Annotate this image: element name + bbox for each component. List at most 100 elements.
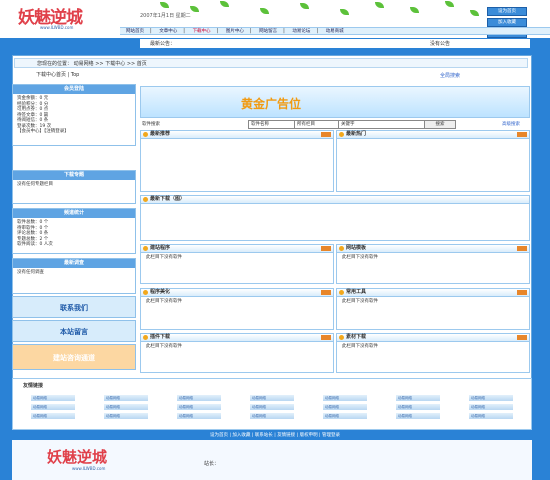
friend-link[interactable]: 动易网络 [469, 404, 513, 410]
more-button[interactable] [517, 335, 527, 340]
ribbon-icon [339, 132, 344, 137]
column-select[interactable]: 所有栏目 [294, 120, 342, 129]
footer-link-copyright[interactable]: 版权申明 [300, 433, 318, 438]
friend-link[interactable]: 动易网络 [104, 413, 148, 419]
ribbon-icon [339, 335, 344, 340]
friend-link[interactable]: 动易网络 [104, 404, 148, 410]
breadcrumb-separator: >> [126, 61, 136, 67]
member-title: 会员登陆 [13, 85, 135, 94]
breadcrumb-label: 您现在的位置： [37, 61, 73, 67]
friend-link[interactable]: 动易网络 [469, 413, 513, 419]
footer-link-contact[interactable]: 联系站长 [255, 433, 273, 438]
more-button[interactable] [321, 335, 331, 340]
friend-link[interactable]: 动易网络 [31, 395, 75, 401]
footer: 妖魅逆城 www.ILWBD.com 站长： [12, 440, 532, 480]
nav-item-pictures[interactable]: 图片中心 [220, 28, 250, 36]
ribbon-icon [143, 132, 148, 137]
friend-link[interactable]: 动易网络 [31, 413, 75, 419]
friend-link[interactable]: 动易网络 [177, 413, 221, 419]
ribbon-icon [143, 290, 148, 295]
footer-link-friends[interactable]: 友情链接 [277, 433, 295, 438]
add-favorite-button[interactable]: 加入收藏 [487, 18, 527, 27]
survey-text: 没有任何调查 [17, 270, 44, 275]
hot-panel: 最新热门 [336, 130, 530, 192]
breadcrumb-separator: >> [95, 61, 104, 67]
consult-banner[interactable]: 建站咨询通道 [12, 344, 136, 370]
friend-link[interactable]: 动易网络 [323, 395, 367, 401]
tools-panel: 常用工具 此栏目下没有软件 [336, 288, 530, 330]
nav-item-forum[interactable]: 动易论坛 [286, 28, 316, 36]
search-label: 软件搜索 [142, 122, 160, 127]
material-panel: 素材下载 此栏目下没有软件 [336, 333, 530, 373]
search-button[interactable]: 搜索 [424, 120, 456, 129]
contact-us-banner[interactable]: 联系我们 [12, 296, 136, 318]
footer-link-homepage[interactable]: 设为首页 [210, 433, 228, 438]
nav-item-home[interactable]: 网站首页 [120, 28, 150, 36]
friend-link[interactable]: 动易网络 [469, 395, 513, 401]
keyword-input[interactable]: 关键字 [338, 120, 426, 129]
panel-title: 网站模板 [346, 245, 367, 251]
ribbon-icon [339, 290, 344, 295]
friend-link[interactable]: 动易网络 [396, 395, 440, 401]
breadcrumb-item[interactable]: 动易网络 [74, 61, 94, 67]
more-button[interactable] [321, 246, 331, 251]
friend-link[interactable]: 动易网络 [250, 404, 294, 410]
ribbon-icon [143, 335, 148, 340]
nav-item-guestbook[interactable]: 网站留言 [253, 28, 283, 36]
tab-top[interactable]: Top [71, 72, 79, 78]
set-homepage-button[interactable]: 设为首页 [487, 7, 527, 16]
friend-link[interactable]: 动易网络 [250, 413, 294, 419]
breadcrumb-item[interactable]: 下载中心 [105, 61, 125, 67]
stats-title: 频道统计 [13, 209, 135, 218]
panel-title: 常用工具 [346, 289, 367, 295]
panel-title: 插件下载 [150, 334, 171, 340]
friend-link[interactable]: 动易网络 [396, 404, 440, 410]
member-box: 会员登陆 资金余额：0 元 经验积分：0 分 可用点券：0 点 待签文章：0 篇… [12, 84, 136, 146]
more-button[interactable] [321, 290, 331, 295]
special-text: 没有任何专题栏目 [17, 182, 53, 187]
footer-logo-text: 妖魅逆城 [47, 448, 108, 466]
nav-item-downloads[interactable]: 下载中心 [187, 28, 217, 36]
nav-item-shop[interactable]: 动易商城 [320, 28, 350, 36]
stats-box: 频道统计 软件总数：0 个 待审软件：0 个 评论总数：0 条 专题总数：2 个… [12, 208, 136, 254]
survey-title: 最新调查 [13, 259, 135, 268]
friend-link[interactable]: 动易网络 [104, 395, 148, 401]
panel-title: 最新热门 [346, 131, 367, 137]
friend-link[interactable]: 动易网络 [250, 395, 294, 401]
global-search-link[interactable]: 全局搜索 [440, 72, 460, 79]
guestbook-banner[interactable]: 本站留言 [12, 320, 136, 342]
friend-link[interactable]: 动易网络 [177, 395, 221, 401]
more-button[interactable] [517, 132, 527, 137]
friend-link[interactable]: 动易网络 [323, 404, 367, 410]
panel-empty-text: 此栏目下没有软件 [146, 255, 182, 260]
friend-link[interactable]: 动易网络 [396, 413, 440, 419]
more-button[interactable] [517, 290, 527, 295]
main-nav: 网站首页 | 文章中心 | 下载中心 | 图片中心 | 网站留言 | 动易论坛 | 动易商城 [120, 27, 550, 35]
more-button[interactable] [321, 132, 331, 137]
nav-item-articles[interactable]: 文章中心 [153, 28, 183, 36]
friend-link[interactable]: 动易网络 [323, 413, 367, 419]
logout-link[interactable]: 注销登录 [46, 129, 64, 134]
tab-download-home[interactable]: 下载中心首页 [36, 72, 66, 78]
advanced-search-link[interactable]: 高级搜索 [502, 121, 520, 127]
notice-text[interactable]: 没有公告 [430, 40, 450, 47]
site-logo[interactable]: 妖魅逆城 www.ILWBD.com [18, 3, 118, 37]
special-box: 下载专题 没有任何专题栏目 [12, 170, 136, 204]
logo-url: www.ILWBD.com [40, 25, 74, 30]
plugin-panel: 插件下载 此栏目下没有软件 [140, 333, 334, 373]
more-button[interactable] [517, 246, 527, 251]
footer-link-favorite[interactable]: 加入收藏 [232, 433, 250, 438]
friend-link[interactable]: 动易网络 [177, 404, 221, 410]
top-buttons: 设为首页 加入收藏 联系我们 [487, 7, 527, 40]
latest-panel: 最新下载（图） [140, 195, 530, 241]
field-select[interactable]: 软件名称 [248, 120, 298, 129]
ad-banner[interactable]: 黄金广告位 [140, 86, 530, 118]
recommend-panel: 最新推荐 [140, 130, 334, 192]
date-text: 2007年1月1日 星期二 [140, 13, 191, 19]
ribbon-icon [143, 246, 148, 251]
friend-link[interactable]: 动易网络 [31, 404, 75, 410]
footer-link-admin[interactable]: 管理登录 [322, 433, 340, 438]
survey-box: 最新调查 没有任何调查 [12, 258, 136, 294]
member-center-link[interactable]: 会员中心 [22, 129, 40, 134]
panel-title: 素材下载 [346, 334, 367, 340]
